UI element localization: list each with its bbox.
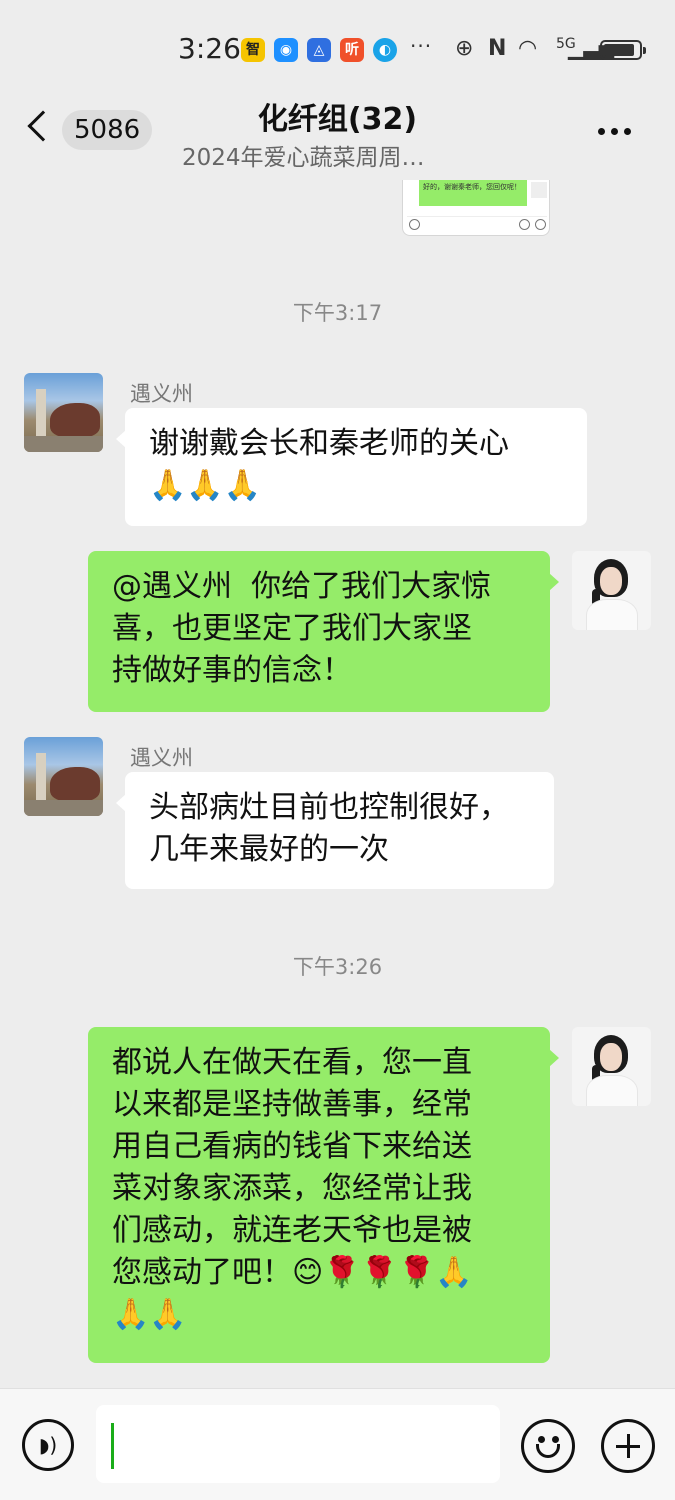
- thumb-plus-icon: [535, 219, 546, 230]
- app-yellow-icon: 智: [241, 38, 265, 62]
- app-triangle-icon: ◬: [307, 38, 331, 62]
- app-browser-icon: ◐: [373, 38, 397, 62]
- voice-input-icon[interactable]: ◗): [22, 1419, 74, 1471]
- battery-icon: [600, 40, 646, 60]
- thumb-voice-icon: [409, 219, 420, 230]
- image-message-thumbnail[interactable]: 好的，谢谢秦老师，您回仅呢！: [402, 180, 550, 236]
- sender-name: 遇义州: [130, 746, 193, 770]
- text-caret: [111, 1423, 114, 1469]
- avatar[interactable]: [572, 551, 651, 630]
- hd-call-icon: ⊕: [455, 36, 474, 61]
- more-notifications-icon: ···: [410, 34, 433, 58]
- message-bubble[interactable]: 谢谢戴会长和秦老师的关心 🙏🙏🙏: [116, 408, 587, 526]
- app-chat-icon: ◉: [274, 38, 298, 62]
- message-bubble[interactable]: 都说人在做天在看，您一直 以来都是坚持做善事，经常 用自己看病的钱省下来给送 菜…: [88, 1027, 559, 1363]
- status-time: 3:26: [178, 32, 241, 65]
- wifi-icon: ◠: [518, 36, 538, 61]
- thumb-avatar: [531, 182, 547, 198]
- chat-subtitle: 2024年爱心蔬菜周周…: [182, 145, 425, 171]
- more-options-icon[interactable]: [598, 120, 637, 139]
- message-input[interactable]: [96, 1405, 500, 1483]
- message-bubble[interactable]: @遇义州 你给了我们大家惊 喜，也更坚定了我们大家坚 持做好事的信念！: [88, 551, 559, 712]
- chat-header: 5086 化纤组(32) 2024年爱心蔬菜周周…: [0, 80, 675, 180]
- timestamp: 下午3:26: [292, 955, 383, 979]
- sender-name: 遇义州: [130, 382, 193, 406]
- thumb-emoji-icon: [519, 219, 530, 230]
- avatar[interactable]: [572, 1027, 651, 1106]
- thumb-bubble-text: 好的，谢谢秦老师，您回仅呢！: [419, 180, 527, 206]
- message-bubble[interactable]: 头部病灶目前也控制很好， 几年来最好的一次: [116, 772, 554, 889]
- timestamp: 下午3:17: [292, 301, 383, 325]
- chat-title: 化纤组(32): [257, 102, 418, 137]
- nfc-icon: N: [488, 36, 507, 61]
- plus-icon[interactable]: [601, 1419, 655, 1473]
- emoji-icon[interactable]: [521, 1419, 575, 1473]
- input-bar: ◗): [0, 1388, 675, 1500]
- avatar[interactable]: [24, 737, 103, 816]
- avatar[interactable]: [24, 373, 103, 452]
- app-ting-icon: 听: [340, 38, 364, 62]
